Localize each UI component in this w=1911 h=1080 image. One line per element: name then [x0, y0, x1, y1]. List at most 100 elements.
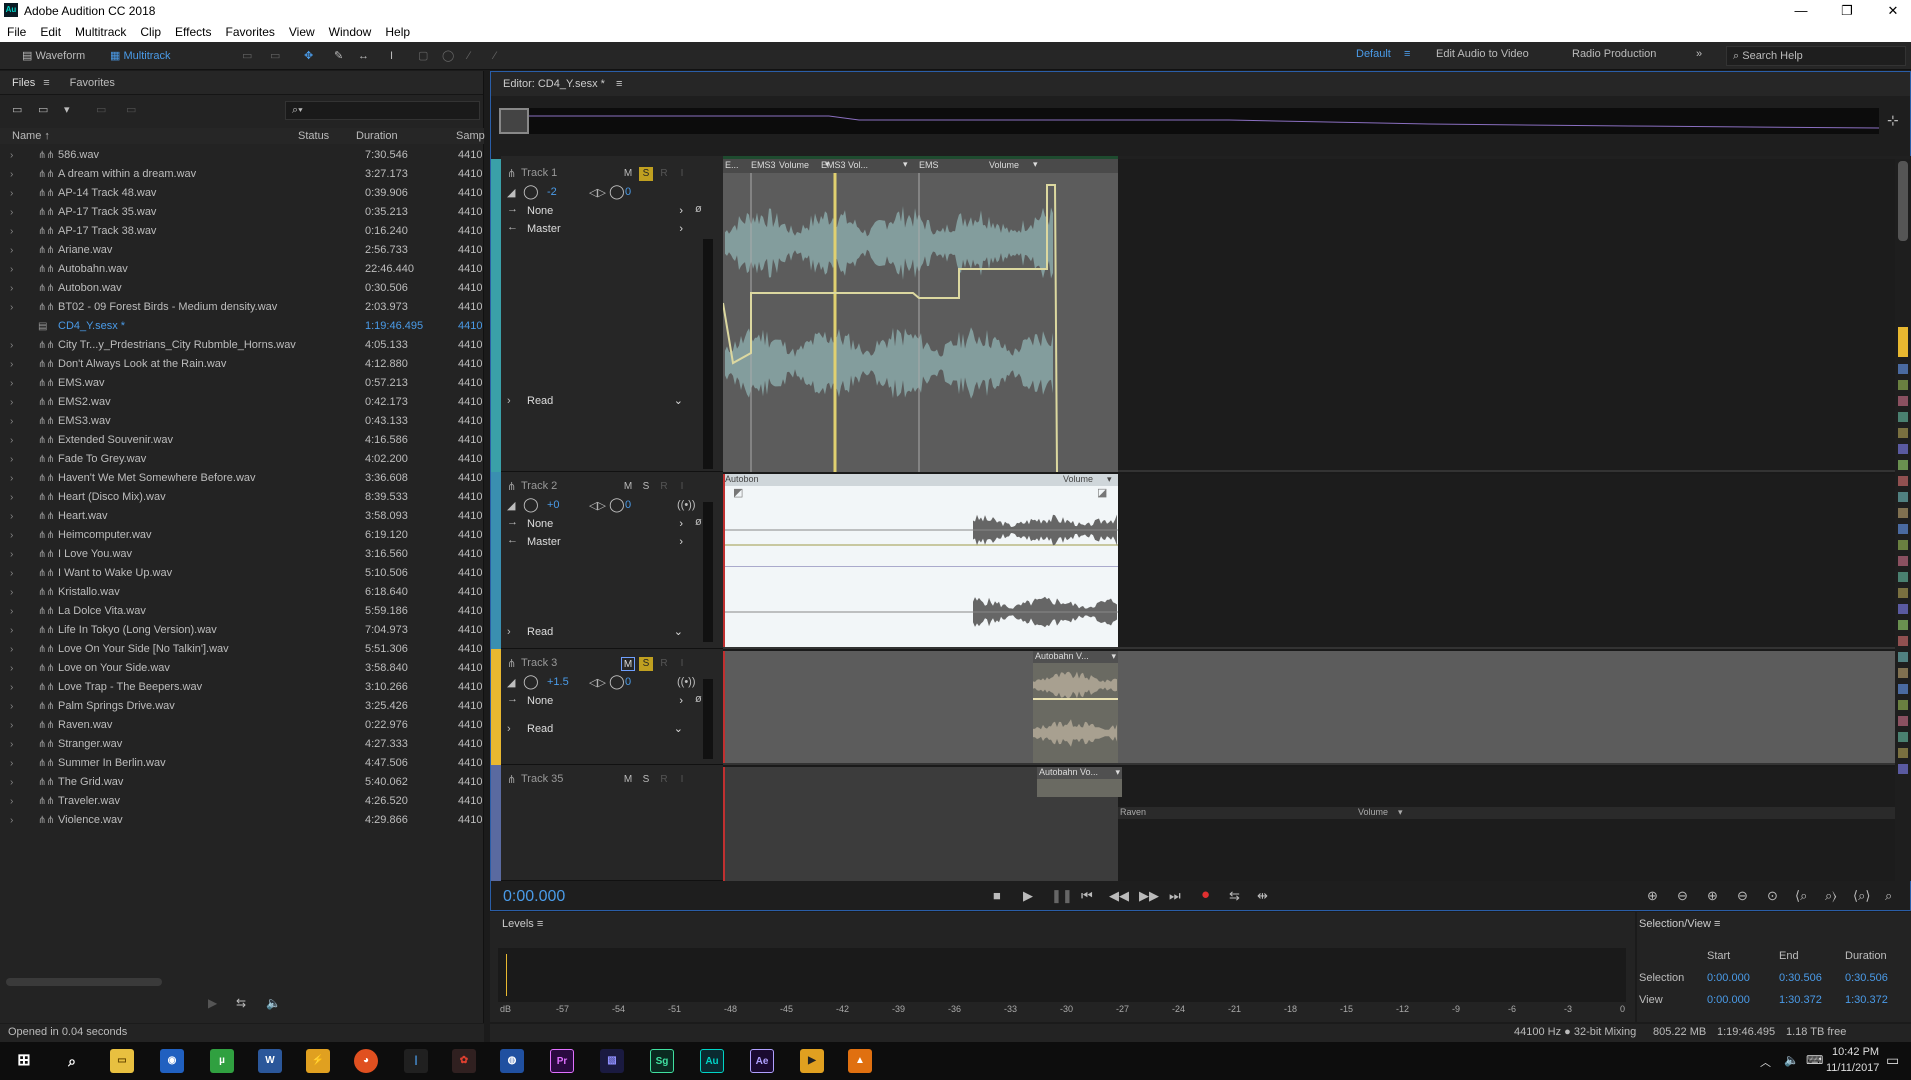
- file-row[interactable]: › ⋔⋔ I Want to Wake Up.wav 5:10.506 4410: [0, 564, 484, 583]
- action-center-icon[interactable]: ▭: [1886, 1052, 1899, 1069]
- file-row[interactable]: › ⋔⋔ EMS2.wav 0:42.173 4410: [0, 393, 484, 412]
- track-nav-mark[interactable]: [1898, 668, 1908, 678]
- import-file-icon[interactable]: ▭: [38, 103, 48, 116]
- record-arm-button[interactable]: R: [657, 657, 671, 671]
- pan-knob[interactable]: ◯: [609, 496, 625, 513]
- file-row[interactable]: › ⋔⋔ Don't Always Look at the Rain.wav 4:12…: [0, 355, 484, 374]
- multitrack-view-button[interactable]: ▦ Multitrack: [110, 47, 171, 65]
- track-name[interactable]: Track 2: [521, 480, 557, 492]
- automation-mode-select[interactable]: Read ⌄: [525, 624, 687, 640]
- expand-chevron-icon[interactable]: ›: [10, 488, 13, 507]
- zoom-out-point-icon[interactable]: ⌕⟩: [1825, 888, 1837, 904]
- file-row[interactable]: › ⋔⋔ City Tr...y_Prdestrians_City Rubmble_…: [0, 336, 484, 355]
- clip-title-bar[interactable]: Autobon Volume ▾: [723, 474, 1118, 486]
- clip-menu-icon[interactable]: ▾: [1111, 651, 1116, 662]
- expand-chevron-icon[interactable]: ›: [10, 260, 13, 279]
- record-icon[interactable]: ●: [1201, 886, 1210, 903]
- menu-window[interactable]: Window: [322, 22, 379, 39]
- rewind-icon[interactable]: ◀◀: [1109, 888, 1129, 904]
- track-lane-1[interactable]: E... EMS3 Volume EMS3 Vol... EMS Volume …: [723, 159, 1911, 472]
- polarity-invert-icon[interactable]: ø: [695, 693, 702, 705]
- expand-chevron-icon[interactable]: ›: [10, 203, 13, 222]
- menu-favorites[interactable]: Favorites: [219, 22, 282, 39]
- close-icon[interactable]: ✕: [1870, 0, 1911, 22]
- pan-value[interactable]: 0: [625, 499, 631, 511]
- file-row[interactable]: › ⋔⋔ La Dolce Vita.wav 5:59.186 4410: [0, 602, 484, 621]
- expand-chevron-icon[interactable]: ›: [10, 298, 13, 317]
- track-lane-2[interactable]: Autobon Volume ▾ ◩ ◪: [723, 474, 1911, 649]
- tab-favorites[interactable]: Favorites: [58, 71, 123, 89]
- file-row[interactable]: › ⋔⋔ Autobahn.wav 22:46.440 4410: [0, 260, 484, 279]
- clip-menu-icon[interactable]: ▾: [1107, 474, 1112, 485]
- input-select[interactable]: None ›: [525, 516, 687, 532]
- zoom-selection-icon[interactable]: ⊙: [1767, 888, 1778, 904]
- zoom-in-time-icon[interactable]: ⊕: [1707, 888, 1718, 904]
- track-nav-mark[interactable]: [1898, 620, 1908, 630]
- menu-effects[interactable]: Effects: [168, 22, 218, 39]
- file-row[interactable]: › ⋔⋔ A dream within a dream.wav 3:27.173 441…: [0, 165, 484, 184]
- expand-chevron-icon[interactable]: ›: [10, 374, 13, 393]
- track-nav-mark[interactable]: [1898, 588, 1908, 598]
- skip-selection-icon[interactable]: ⇹: [1257, 888, 1268, 904]
- view-duration[interactable]: 1:30.372: [1845, 994, 1888, 1006]
- zoom-out-time-icon[interactable]: ⊖: [1737, 888, 1748, 904]
- track-color-bar[interactable]: [491, 765, 501, 881]
- file-row[interactable]: › ⋔⋔ Fade To Grey.wav 4:02.200 4410: [0, 450, 484, 469]
- file-row[interactable]: › ⋔⋔ Ariane.wav 2:56.733 4410: [0, 241, 484, 260]
- word-icon[interactable]: W: [258, 1049, 282, 1073]
- track-nav-mark[interactable]: [1898, 700, 1908, 710]
- files-panel-menu-icon[interactable]: ≡: [43, 71, 57, 89]
- volume-knob[interactable]: ◯: [523, 673, 539, 690]
- file-row[interactable]: › ⋔⋔ Raven.wav 0:22.976 4410: [0, 716, 484, 735]
- spectral-pitch-icon[interactable]: ▭: [270, 47, 280, 65]
- view-end[interactable]: 1:30.372: [1779, 994, 1822, 1006]
- polarity-invert-icon[interactable]: ø: [695, 203, 702, 215]
- expand-chevron-icon[interactable]: ›: [10, 336, 13, 355]
- zoom-in-point-icon[interactable]: ⟨⌕: [1795, 888, 1807, 904]
- file-row[interactable]: ▤ CD4_Y.sesx * 1:19:46.495 4410: [0, 317, 484, 336]
- volume-knob[interactable]: ◯: [523, 496, 539, 513]
- expand-chevron-icon[interactable]: ›: [10, 393, 13, 412]
- new-file-icon[interactable]: ▾: [64, 103, 70, 116]
- preview-play-icon[interactable]: ▶: [208, 996, 217, 1010]
- preview-loop-icon[interactable]: ⇆: [236, 996, 246, 1010]
- slip-tool-icon[interactable]: ↔: [358, 47, 369, 65]
- expand-chevron-icon[interactable]: ›: [10, 773, 13, 792]
- track-nav-mark[interactable]: [1898, 364, 1908, 374]
- expand-chevron-icon[interactable]: ›: [10, 697, 13, 716]
- record-arm-button[interactable]: R: [657, 167, 671, 181]
- tray-keyboard-icon[interactable]: ⌨: [1806, 1053, 1823, 1067]
- media-player-icon[interactable]: ▶: [800, 1049, 824, 1073]
- clock-time[interactable]: 10:42 PM: [1832, 1046, 1879, 1058]
- track-nav-mark[interactable]: [1898, 508, 1908, 518]
- file-row[interactable]: › ⋔⋔ AP-17 Track 38.wav 0:16.240 4410: [0, 222, 484, 241]
- file-row[interactable]: › ⋔⋔ Heimcomputer.wav 6:19.120 4410: [0, 526, 484, 545]
- expand-chevron-icon[interactable]: ›: [10, 811, 13, 830]
- monitor-input-button[interactable]: I: [675, 167, 689, 181]
- solo-button[interactable]: S: [639, 773, 653, 787]
- workspace-menu-icon[interactable]: ≡: [1404, 48, 1410, 60]
- lasso-tool-icon[interactable]: ◯: [442, 47, 454, 65]
- brush-tool-icon[interactable]: ∕: [468, 47, 470, 65]
- clip-menu-icon[interactable]: ▾: [1398, 807, 1403, 818]
- clip-title-bar[interactable]: Autobahn Vo... ▾: [1037, 767, 1122, 779]
- file-row[interactable]: › ⋔⋔ Stranger.wav 4:27.333 4410: [0, 735, 484, 754]
- browser-icon[interactable]: ◉: [160, 1049, 184, 1073]
- pan-value[interactable]: 0: [625, 676, 631, 688]
- track-nav-mark[interactable]: [1898, 604, 1908, 614]
- file-row[interactable]: › ⋔⋔ Violence.wav 4:29.866 4410: [0, 811, 484, 830]
- input-select[interactable]: None ›: [525, 203, 687, 219]
- selection-start[interactable]: 0:00.000: [1707, 972, 1750, 984]
- stereo-icon[interactable]: ((•)): [677, 499, 696, 511]
- input-select[interactable]: None ›: [525, 693, 687, 709]
- time-selection-tool-icon[interactable]: I: [390, 47, 393, 65]
- expand-chevron-icon[interactable]: ›: [10, 640, 13, 659]
- app-fruit-icon[interactable]: ✿: [452, 1049, 476, 1073]
- tray-speaker-icon[interactable]: 🔈: [1784, 1053, 1799, 1067]
- track-nav-mark[interactable]: [1898, 428, 1908, 438]
- marquee-tool-icon[interactable]: ▢: [418, 47, 428, 65]
- clip-group-track1[interactable]: E... EMS3 Volume EMS3 Vol... EMS Volume …: [723, 159, 1118, 472]
- track-color-bar[interactable]: [491, 649, 501, 765]
- volume-knob[interactable]: ◯: [523, 183, 539, 200]
- track-name[interactable]: Track 1: [521, 167, 557, 179]
